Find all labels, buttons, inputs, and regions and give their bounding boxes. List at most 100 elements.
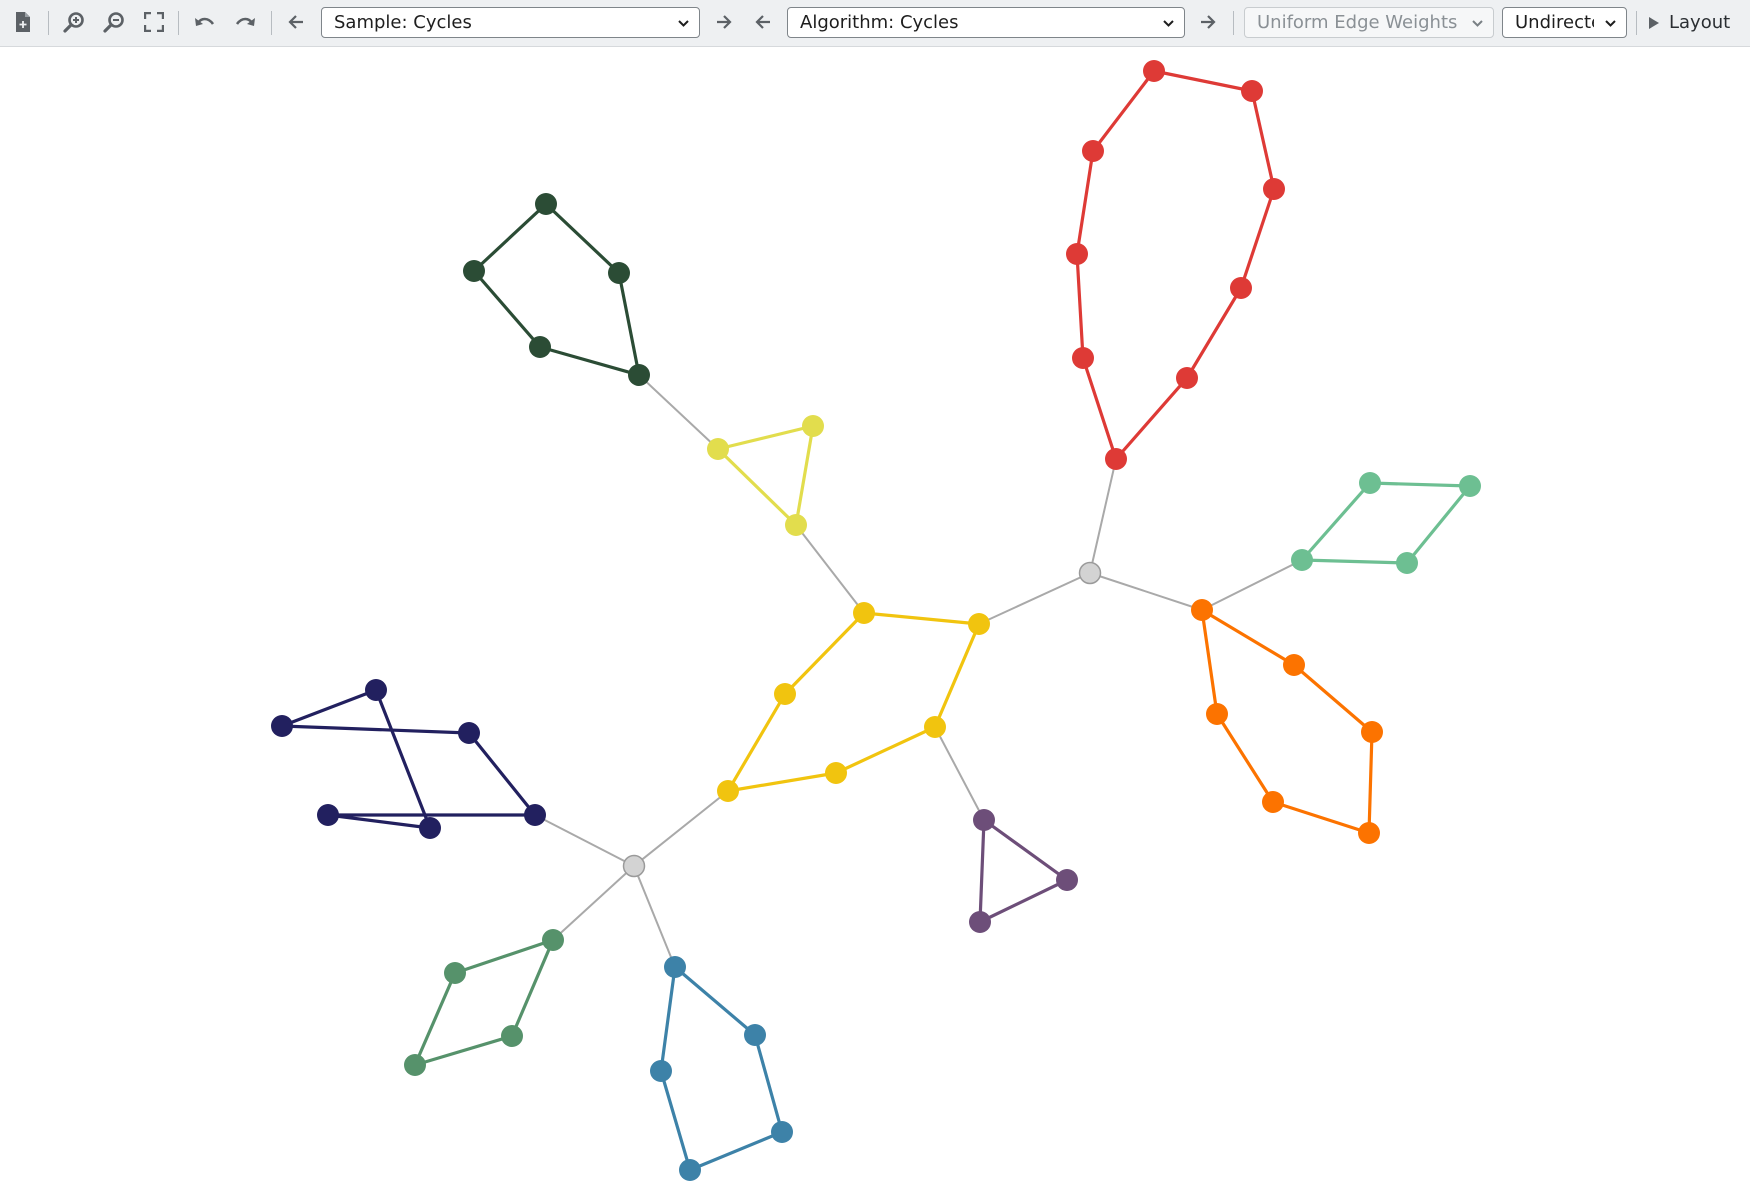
graph-edge[interactable]: [633, 790, 729, 867]
graph-node[interactable]: [404, 1054, 426, 1076]
algorithm-select[interactable]: Algorithm: Cycles: [787, 7, 1185, 38]
graph-node[interactable]: [785, 514, 807, 536]
graph-node[interactable]: [1072, 347, 1094, 369]
undo-icon[interactable]: [190, 5, 220, 39]
graph-node[interactable]: [1241, 80, 1263, 102]
graph-node[interactable]: [973, 809, 995, 831]
graph-edge[interactable]: [280, 724, 471, 735]
sample-select[interactable]: Sample: Cycles: [321, 7, 700, 38]
graph-edge[interactable]: [934, 726, 985, 821]
graph-node[interactable]: [458, 722, 480, 744]
graph-node[interactable]: [542, 929, 564, 951]
graph-edge[interactable]: [1152, 69, 1254, 93]
graph-node[interactable]: [628, 364, 650, 386]
direction-select[interactable]: Undirected: [1502, 7, 1627, 38]
graph-edge[interactable]: [982, 818, 1069, 882]
graph-node[interactable]: [317, 804, 339, 826]
graph-edge[interactable]: [1089, 572, 1203, 611]
graph-edge[interactable]: [633, 865, 676, 968]
graph-edge[interactable]: [978, 818, 986, 924]
graph-edge[interactable]: [862, 611, 981, 626]
graph-edge[interactable]: [783, 611, 866, 696]
graph-edge[interactable]: [1075, 149, 1095, 256]
graph-edge[interactable]: [726, 692, 787, 793]
graph-edge[interactable]: [453, 938, 555, 975]
graph-edge[interactable]: [1091, 69, 1156, 153]
graph-edge[interactable]: [1250, 89, 1276, 191]
graph-node[interactable]: [1176, 367, 1198, 389]
graph-edge[interactable]: [280, 688, 378, 728]
graph-edge[interactable]: [933, 622, 981, 729]
graph-edge[interactable]: [794, 424, 815, 527]
graph-node[interactable]: [1078, 561, 1102, 585]
graph-node[interactable]: [535, 193, 557, 215]
graph-node[interactable]: [707, 438, 729, 460]
graph-node[interactable]: [650, 1060, 672, 1082]
graph-node[interactable]: [664, 956, 686, 978]
graph-edge[interactable]: [1201, 559, 1303, 611]
graph-node[interactable]: [717, 780, 739, 802]
new-document-icon[interactable]: [8, 5, 38, 39]
graph-node[interactable]: [679, 1159, 701, 1181]
graph-node[interactable]: [1396, 552, 1418, 574]
graph-edge[interactable]: [1215, 712, 1275, 804]
graph-node[interactable]: [444, 962, 466, 984]
graph-node[interactable]: [1361, 721, 1383, 743]
graph-edge[interactable]: [688, 1130, 784, 1172]
graph-node[interactable]: [463, 260, 485, 282]
graph-node[interactable]: [853, 602, 875, 624]
graph-edge[interactable]: [1368, 481, 1472, 488]
graph-edge[interactable]: [726, 771, 838, 793]
previous-algorithm-arrow-icon[interactable]: [749, 5, 777, 39]
graph-node[interactable]: [1283, 654, 1305, 676]
graph-edge[interactable]: [1089, 458, 1117, 574]
graph-node[interactable]: [501, 1025, 523, 1047]
graph-node[interactable]: [924, 716, 946, 738]
graph-node[interactable]: [1143, 60, 1165, 82]
graph-node[interactable]: [1105, 448, 1127, 470]
graph-edge[interactable]: [1300, 558, 1409, 565]
graph-node[interactable]: [529, 336, 551, 358]
graph-edge[interactable]: [834, 725, 937, 775]
graph-node[interactable]: [271, 715, 293, 737]
graph-node[interactable]: [968, 613, 990, 635]
graph-edge[interactable]: [659, 1069, 692, 1172]
graph-node[interactable]: [1230, 277, 1252, 299]
graph-node[interactable]: [365, 679, 387, 701]
graph-edge[interactable]: [1114, 376, 1189, 461]
graph-edge[interactable]: [552, 865, 635, 941]
graph-node[interactable]: [1291, 549, 1313, 571]
edge-weights-select[interactable]: Uniform Edge Weights: [1244, 7, 1494, 38]
graph-node[interactable]: [771, 1121, 793, 1143]
graph-edge[interactable]: [413, 1034, 514, 1067]
graph-edge[interactable]: [534, 814, 635, 867]
graph-edge[interactable]: [1239, 187, 1276, 290]
graph-node[interactable]: [1206, 703, 1228, 725]
graph-edge[interactable]: [510, 938, 555, 1038]
graph-node[interactable]: [608, 262, 630, 284]
graph-node[interactable]: [969, 911, 991, 933]
fit-content-icon[interactable]: [139, 5, 169, 39]
graph-edge[interactable]: [978, 878, 1069, 924]
graph-node[interactable]: [419, 817, 441, 839]
graph-node[interactable]: [1459, 475, 1481, 497]
graph-edge[interactable]: [716, 424, 815, 451]
graph-node[interactable]: [802, 415, 824, 437]
graph-node[interactable]: [1358, 822, 1380, 844]
graph-edge[interactable]: [467, 731, 537, 817]
graph-edge[interactable]: [544, 202, 621, 275]
graph-edge[interactable]: [978, 572, 1091, 625]
graph-edge[interactable]: [795, 524, 865, 614]
next-algorithm-arrow-icon[interactable]: [1194, 5, 1222, 39]
graph-edge[interactable]: [1300, 481, 1372, 562]
graph-edge[interactable]: [1185, 286, 1243, 380]
graph-edge[interactable]: [673, 965, 757, 1037]
graph-node[interactable]: [1066, 243, 1088, 265]
graph-edge[interactable]: [538, 345, 641, 377]
graph-edge[interactable]: [638, 374, 719, 450]
graph-edge[interactable]: [413, 971, 457, 1067]
graph-edge[interactable]: [1367, 730, 1374, 835]
previous-sample-arrow-icon[interactable]: [282, 5, 310, 39]
graph-node[interactable]: [1262, 791, 1284, 813]
graph-edge[interactable]: [472, 202, 548, 273]
